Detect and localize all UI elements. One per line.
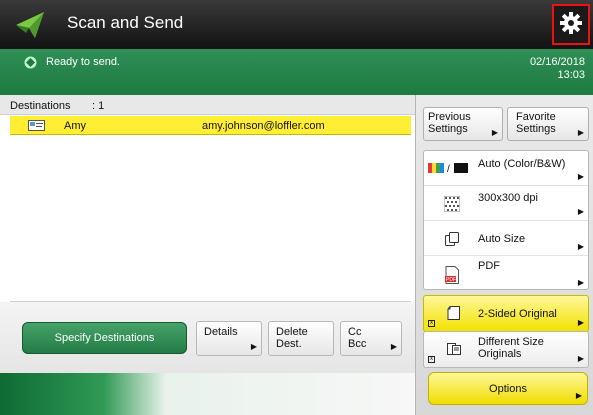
status-bar: Ready to send. 02/16/2018 13:03 — [0, 49, 593, 95]
destinations-header: Destinations : 1 — [0, 95, 415, 115]
destination-name: Amy — [64, 120, 86, 132]
previous-settings-button[interactable]: Previous Settings ▶ — [423, 107, 503, 141]
cc-bcc-button[interactable]: Cc Bcc ▶ — [340, 321, 402, 356]
chevron-right-icon: ▶ — [575, 391, 582, 400]
different-size-icon — [446, 341, 462, 357]
bottom-decorative-strip — [0, 373, 415, 415]
chevron-right-icon: ▶ — [577, 207, 584, 216]
chevron-right-icon: ▶ — [250, 342, 257, 351]
delete-label-line2: Dest. — [276, 338, 302, 350]
cc-bcc-label: Cc Bcc — [348, 326, 366, 350]
destinations-count: : 1 — [92, 100, 105, 112]
settings-button[interactable] — [552, 4, 590, 45]
title-bar: Scan and Send — [0, 0, 593, 49]
color-mode-setting[interactable]: / Auto (Color/B&W) ▶ — [424, 151, 588, 186]
delete-dest-label: Delete Dest. — [276, 326, 308, 350]
chevron-right-icon: ▶ — [577, 242, 584, 251]
favorite-settings-button[interactable]: Favorite Settings ▶ — [507, 107, 589, 141]
delete-dest-button[interactable]: Delete Dest. — [268, 321, 334, 356]
destination-email: amy.johnson@loffler.com — [202, 120, 325, 132]
chevron-right-icon: ▶ — [577, 354, 584, 363]
size-icon — [444, 231, 460, 247]
delete-label-line1: Delete — [276, 326, 308, 338]
scan-settings-list: / Auto (Color/B&W) ▶ 300x300 dpi ▶ Auto … — [423, 150, 589, 290]
chevron-right-icon: ▶ — [577, 278, 584, 287]
resolution-setting[interactable]: 300x300 dpi ▶ — [424, 186, 588, 221]
size-label: Auto Size — [478, 233, 526, 245]
options-label: Options — [489, 382, 527, 395]
svg-text:/: / — [447, 164, 450, 174]
resolution-label: 300x300 dpi — [478, 192, 538, 204]
favorite-settings-label: Favorite Settings — [516, 111, 556, 135]
file-format-setting[interactable]: PDF PDF ▶ — [424, 256, 588, 291]
favorite-line1: Favorite — [516, 111, 556, 123]
color-mode-label: Auto (Color/B&W) — [478, 158, 566, 170]
shortcut-marker-icon: x — [428, 320, 435, 327]
previous-settings-label: Previous Settings — [428, 111, 471, 135]
resolution-icon — [443, 195, 461, 213]
details-button[interactable]: Details ▶ — [196, 321, 262, 356]
two-sided-icon — [446, 305, 462, 321]
size-setting[interactable]: Auto Size ▶ — [424, 221, 588, 256]
destination-row[interactable]: Amy amy.johnson@loffler.com — [10, 116, 411, 135]
status-diamond-icon — [24, 56, 37, 69]
chevron-right-icon: ▶ — [390, 342, 397, 351]
shortcut-marker-icon: x — [428, 356, 435, 363]
chevron-right-icon: ▶ — [491, 128, 498, 137]
destinations-list-area[interactable] — [10, 136, 411, 302]
two-sided-original-button[interactable]: x 2-Sided Original ▶ — [423, 295, 589, 332]
address-card-icon — [28, 120, 45, 131]
previous-line1: Previous — [428, 111, 471, 123]
different-size-line1: Different Size — [478, 336, 544, 348]
options-button[interactable]: Options ▶ — [428, 372, 588, 405]
different-size-label: Different Size Originals — [478, 336, 544, 360]
file-format-label: PDF — [478, 260, 500, 272]
status-time: 13:03 — [557, 69, 585, 81]
gear-icon — [559, 11, 583, 38]
cc-label-line1: Cc — [348, 326, 362, 338]
chevron-right-icon: ▶ — [577, 318, 584, 327]
app-title: Scan and Send — [67, 13, 184, 32]
status-date: 02/16/2018 — [529, 56, 585, 68]
favorite-line2: Settings — [516, 123, 556, 135]
specify-destinations-button[interactable]: Specify Destinations — [22, 322, 187, 354]
paper-plane-icon — [14, 9, 46, 41]
two-sided-label: 2-Sided Original — [478, 308, 557, 320]
chevron-right-icon: ▶ — [577, 172, 584, 181]
pdf-file-icon: PDF — [444, 266, 460, 284]
details-label: Details — [204, 326, 238, 338]
different-size-line2: Originals — [478, 348, 522, 360]
previous-line2: Settings — [428, 123, 468, 135]
status-text: Ready to send. — [46, 56, 120, 68]
different-size-originals-button[interactable]: x Different Size Originals ▶ — [423, 331, 589, 368]
color-mode-icon: / — [428, 162, 474, 175]
svg-text:PDF: PDF — [446, 277, 456, 283]
chevron-right-icon: ▶ — [577, 128, 584, 137]
destinations-label: Destinations — [10, 100, 71, 112]
cc-label-line2: Bcc — [348, 338, 367, 350]
